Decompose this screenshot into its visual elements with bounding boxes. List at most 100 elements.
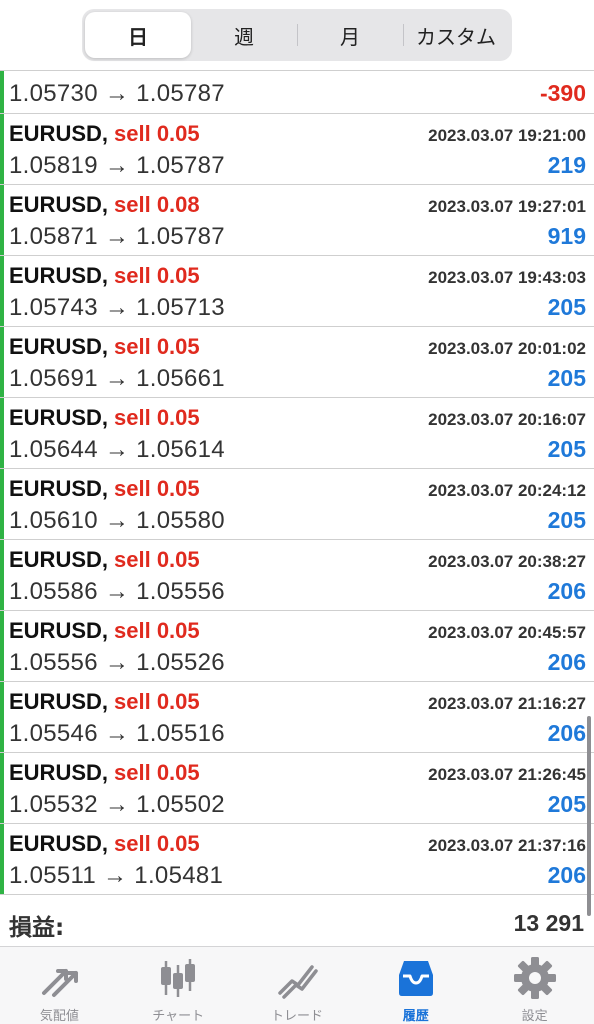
tab-chart[interactable]: チャート — [119, 947, 238, 1024]
trade-side: sell 0.05 — [114, 121, 200, 146]
trade-time: 2023.03.07 20:16:07 — [428, 410, 586, 429]
trade-row-header: EURUSD, sell 0.05 2023.03.07 20:45:57 — [9, 618, 586, 646]
summary-value: 13 291 — [513, 910, 584, 936]
trade-row-values: 1.05691 → 1.05661 205 — [9, 365, 586, 395]
trade-profit: 205 — [547, 791, 586, 817]
tab-day[interactable]: 日 — [85, 12, 191, 58]
trade-prices: 1.05819 → 1.05787 — [9, 152, 225, 179]
trade-profit: 919 — [547, 223, 586, 249]
trade-row[interactable]: EURUSD, sell 0.05 2023.03.07 21:26:45 1.055… — [0, 753, 594, 824]
trade-symbol: EURUSD, — [9, 192, 109, 217]
history-icon — [398, 961, 433, 996]
trade-time: 2023.03.07 21:16:27 — [428, 694, 586, 713]
trade-side: sell 0.05 — [114, 405, 200, 430]
trade-prices: 1.05871 → 1.05787 — [9, 223, 225, 250]
trade-row[interactable]: EURUSD, sell 0.08 2023.03.07 19:27:01 1.058… — [0, 185, 594, 256]
trade-prices: 1.05532 → 1.05502 — [9, 791, 225, 818]
trade-symbol: EURUSD, — [9, 547, 109, 572]
trade-row[interactable]: EURUSD, sell 0.05 2023.03.07 20:24:12 1.056… — [0, 469, 594, 540]
trade-row-header: EURUSD, sell 0.05 2023.03.07 20:01:02 — [9, 334, 586, 362]
tab-label: チャート — [152, 1009, 205, 1024]
trade-row-header: EURUSD, sell 0.05 2023.03.07 19:21:00 — [9, 121, 586, 149]
trade-symbol: EURUSD, — [9, 476, 109, 501]
trade-row-header: EURUSD, sell 0.05 2023.03.07 20:16:07 — [9, 405, 586, 433]
trade-side: sell 0.05 — [114, 760, 200, 785]
trade-profit: 205 — [547, 294, 586, 320]
trade-time: 2023.03.07 21:37:16 — [428, 836, 586, 855]
trade-symbol: EURUSD, — [9, 760, 109, 785]
trade-side: sell 0.05 — [114, 831, 200, 856]
profit-summary: 損益: 13 291 — [0, 900, 594, 946]
summary-label: 損益: — [9, 915, 65, 941]
trade-prices: 1.05586 → 1.05556 — [9, 578, 225, 605]
trade-prices: 1.05644 → 1.05614 — [9, 436, 225, 463]
tab-custom[interactable]: カスタム — [403, 12, 509, 58]
settings-icon — [513, 957, 556, 999]
trade-time: 2023.03.07 20:45:57 — [428, 623, 586, 642]
tab-month[interactable]: 月 — [297, 12, 403, 58]
trade-side: sell 0.05 — [114, 689, 200, 714]
trade-row-values: 1.05546 → 1.05516 206 — [9, 720, 586, 750]
trade-row-header: EURUSD, sell 0.05 2023.03.07 21:16:27 — [9, 689, 586, 717]
trade-symbol: EURUSD, — [9, 689, 109, 714]
trade-side: sell 0.05 — [114, 334, 200, 359]
trade-history-list[interactable]: 1.05730 → 1.05787 -390 EURUSD, sell 0.05 2… — [0, 70, 594, 900]
trade-row-values: 1.05871 → 1.05787 919 — [9, 223, 586, 253]
trade-row-partial[interactable]: 1.05730 → 1.05787 -390 — [0, 71, 594, 114]
trade-symbol: EURUSD, — [9, 263, 109, 288]
tab-label: 気配値 — [39, 1009, 79, 1024]
trade-row-values: 1.05556 → 1.05526 206 — [9, 649, 586, 679]
trade-row[interactable]: EURUSD, sell 0.05 2023.03.07 19:43:03 1.057… — [0, 256, 594, 327]
trade-prices: 1.05743 → 1.05713 — [9, 294, 225, 321]
trade-row[interactable]: EURUSD, sell 0.05 2023.03.07 20:45:57 1.055… — [0, 611, 594, 682]
trade-row[interactable]: EURUSD, sell 0.05 2023.03.07 19:21:00 1.058… — [0, 114, 594, 185]
trade-time: 2023.03.07 19:43:03 — [428, 268, 586, 287]
tab-label: トレード — [270, 1009, 323, 1024]
trade-time: 2023.03.07 20:24:12 — [428, 481, 586, 500]
trade-symbol: EURUSD, — [9, 334, 109, 359]
trade-row-values: 1.05511 → 1.05481 206 — [9, 862, 586, 892]
tab-history[interactable]: 履歴 — [356, 947, 475, 1024]
trade-row[interactable]: EURUSD, sell 0.05 2023.03.07 20:38:27 1.055… — [0, 540, 594, 611]
trade-prices: 1.05556 → 1.05526 — [9, 649, 225, 676]
chart-icon — [161, 959, 196, 997]
list-scrollbar[interactable] — [587, 716, 591, 916]
trade-row-values: 1.05730 → 1.05787 -390 — [9, 80, 586, 110]
trade-prices: 1.05691 → 1.05661 — [9, 365, 225, 392]
trade-row-header: EURUSD, sell 0.05 2023.03.07 21:37:16 — [9, 831, 586, 859]
tab-trade[interactable]: トレード — [238, 947, 357, 1024]
quotes-icon — [42, 969, 79, 997]
trade-profit: 205 — [547, 507, 586, 533]
trade-row[interactable]: EURUSD, sell 0.05 2023.03.07 21:16:27 1.055… — [0, 682, 594, 753]
trade-profit: 206 — [547, 578, 586, 604]
tab-label: 履歴 — [402, 1009, 429, 1024]
trade-profit: 205 — [547, 365, 586, 391]
trade-time: 2023.03.07 21:26:45 — [428, 765, 586, 784]
trade-row-values: 1.05586 → 1.05556 206 — [9, 578, 586, 608]
trade-time: 2023.03.07 20:01:02 — [428, 339, 586, 358]
trade-row[interactable]: EURUSD, sell 0.05 2023.03.07 20:16:07 1.056… — [0, 398, 594, 469]
trade-prices: 1.05546 → 1.05516 — [9, 720, 225, 747]
trade-profit: 206 — [547, 862, 586, 888]
trade-side: sell 0.05 — [114, 618, 200, 643]
bottom-tab-bar: 気配値 チャート トレード 履歴 設定 — [0, 946, 594, 1024]
trade-row[interactable]: EURUSD, sell 0.05 2023.03.07 20:01:02 1.056… — [0, 327, 594, 398]
trade-side: sell 0.05 — [114, 476, 200, 501]
tab-settings[interactable]: 設定 — [475, 947, 594, 1024]
trade-prices: 1.05511 → 1.05481 — [9, 862, 224, 889]
trade-row-header: EURUSD, sell 0.05 2023.03.07 20:24:12 — [9, 476, 586, 504]
tab-label: 設定 — [521, 1009, 548, 1024]
trade-time: 2023.03.07 20:38:27 — [428, 552, 586, 571]
trade-row-values: 1.05610 → 1.05580 205 — [9, 507, 586, 537]
tab-week[interactable]: 週 — [191, 12, 297, 58]
tab-quotes[interactable]: 気配値 — [0, 947, 119, 1024]
trade-profit: 206 — [547, 720, 586, 746]
trade-row-values: 1.05644 → 1.05614 205 — [9, 436, 586, 466]
trade-prices: 1.05730 → 1.05787 — [9, 80, 225, 107]
trade-side: sell 0.05 — [114, 547, 200, 572]
trade-row[interactable]: EURUSD, sell 0.05 2023.03.07 21:37:16 1.055… — [0, 824, 594, 895]
trade-symbol: EURUSD, — [9, 405, 109, 430]
trade-time: 2023.03.07 19:21:00 — [428, 126, 586, 145]
trade-side: sell 0.08 — [114, 192, 200, 217]
period-segmented-control: 日 週 月 カスタム — [82, 9, 512, 61]
